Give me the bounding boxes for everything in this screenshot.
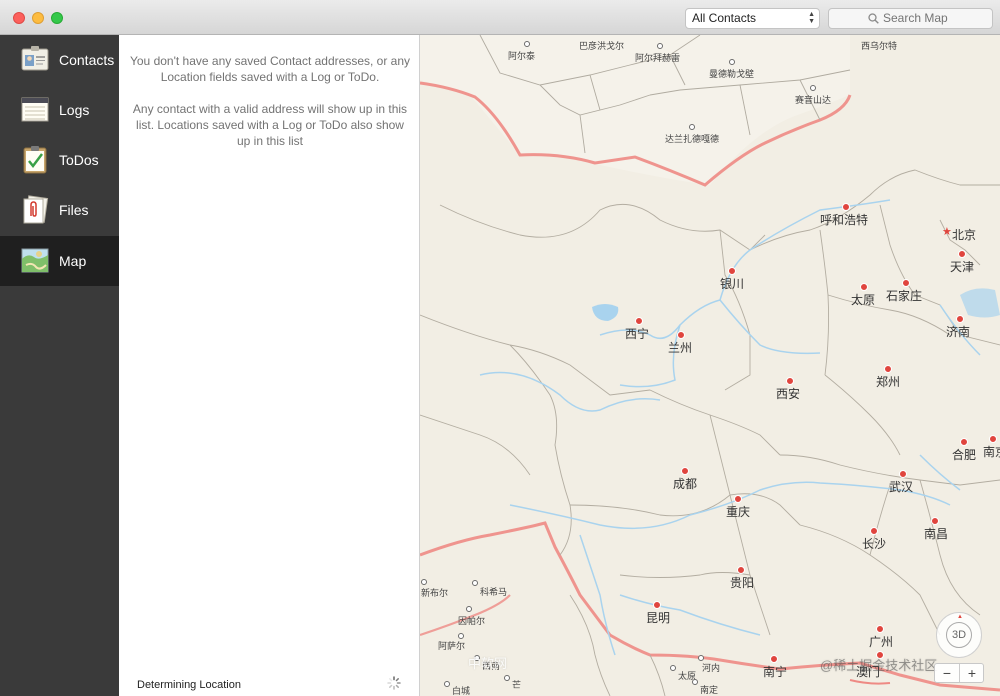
- zoom-window-button[interactable]: [51, 12, 63, 24]
- sidebar: Contacts Logs ToDos Files Map: [0, 35, 119, 696]
- sidebar-item-label: Map: [59, 253, 87, 269]
- 3d-toggle-button[interactable]: 3D: [946, 622, 972, 648]
- search-map-input[interactable]: [883, 9, 953, 28]
- sidebar-item-label: Logs: [59, 102, 90, 118]
- empty-state-message: You don't have any saved Contact address…: [129, 53, 411, 149]
- capital-star-icon: ★: [942, 225, 952, 238]
- contacts-filter-select[interactable]: All Contacts ▲ ▼: [685, 8, 820, 29]
- watermark-text: 中软网: [468, 656, 508, 671]
- compass-control[interactable]: ▲ 3D: [936, 612, 982, 658]
- search-map-field[interactable]: [828, 8, 993, 29]
- title-bar: All Contacts ▲ ▼: [0, 0, 1000, 35]
- contacts-filter-value: All Contacts: [692, 11, 757, 25]
- zoom-out-button[interactable]: −: [935, 664, 959, 682]
- loading-spinner-icon: [387, 676, 401, 690]
- close-window-button[interactable]: [13, 12, 25, 24]
- sidebar-item-contacts[interactable]: Contacts: [0, 35, 119, 85]
- zoom-control: − +: [934, 663, 984, 683]
- sidebar-item-label: Files: [59, 202, 89, 218]
- sidebar-item-todos[interactable]: ToDos: [0, 135, 119, 185]
- north-arrow-icon: ▲: [957, 614, 963, 620]
- app-window: All Contacts ▲▼ Contacts: [0, 0, 1000, 696]
- contact-card-icon: [21, 46, 49, 71]
- sidebar-item-map[interactable]: Map: [0, 236, 119, 286]
- map-icon: [21, 248, 49, 273]
- location-status-text: Determining Location: [137, 679, 241, 691]
- chevron-updown-icon: ▲ ▼: [808, 11, 815, 25]
- paperclip-icon: [23, 195, 49, 224]
- search-icon: [868, 13, 879, 24]
- empty-state-line: You don't have any saved Contact address…: [129, 54, 411, 84]
- sidebar-item-files[interactable]: Files: [0, 185, 119, 235]
- map-view[interactable]: 阿尔泰 巴彦洪戈尔 阿尔拜赫雷 曼德勒戈壁 赛音山达 西乌尔特 达兰扎德嘎德 呼…: [420, 35, 1000, 696]
- empty-state-line: Any contact with a valid address will sh…: [132, 102, 408, 148]
- locations-list-pane: You don't have any saved Contact address…: [119, 35, 420, 696]
- sidebar-item-label: ToDos: [59, 152, 99, 168]
- sidebar-item-logs[interactable]: Logs: [0, 85, 119, 135]
- notepad-icon: [21, 97, 49, 122]
- watermark-text: @稀土掘金技术社区: [820, 658, 938, 673]
- sidebar-item-label: Contacts: [59, 52, 115, 68]
- clipboard-check-icon: [23, 146, 47, 174]
- minimize-window-button[interactable]: [32, 12, 44, 24]
- zoom-in-button[interactable]: +: [959, 664, 984, 682]
